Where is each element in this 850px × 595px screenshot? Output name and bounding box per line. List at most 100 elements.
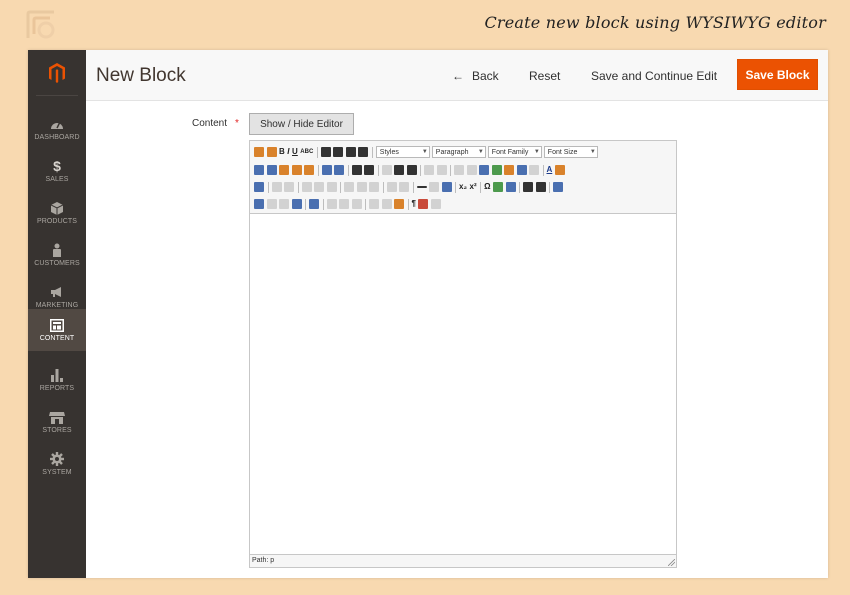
sidebar-item-label: PRODUCTS: [36, 218, 78, 225]
sidebar-item-stores[interactable]: STORES: [28, 401, 86, 443]
nonbreaking-icon[interactable]: [418, 199, 429, 209]
font-family-select[interactable]: Font Family ▼: [487, 146, 542, 158]
cleanup-icon[interactable]: [504, 165, 514, 175]
format-select[interactable]: Paragraph ▼: [431, 146, 486, 158]
align-center-icon[interactable]: [333, 147, 344, 157]
horizontal-rule-icon[interactable]: [416, 186, 427, 188]
undo-icon[interactable]: [424, 165, 434, 175]
paste-icon[interactable]: [279, 165, 289, 175]
styleprops-icon[interactable]: [309, 199, 319, 209]
font-size-select[interactable]: Font Size ▼: [543, 146, 598, 158]
find-icon[interactable]: [321, 165, 332, 175]
special-char-icon[interactable]: Ω: [484, 182, 490, 192]
insert-table-icon[interactable]: [254, 182, 264, 192]
deletion-icon[interactable]: [369, 199, 379, 209]
resize-handle-icon[interactable]: [668, 559, 675, 566]
html-source-icon[interactable]: [529, 165, 539, 175]
bullet-list-icon[interactable]: [351, 165, 362, 175]
save-block-button[interactable]: Save Block: [737, 59, 818, 90]
table-row-props-icon[interactable]: [271, 182, 282, 192]
store-icon: [49, 410, 65, 424]
row-before-icon[interactable]: [301, 182, 312, 192]
ltr-icon[interactable]: [505, 182, 516, 192]
sidebar-item-label: MARKETING: [35, 302, 79, 309]
visual-aid-icon[interactable]: [441, 182, 452, 192]
editor-content-area[interactable]: [250, 214, 676, 554]
save-and-continue-button[interactable]: Save and Continue Edit: [591, 50, 717, 101]
attributes-icon[interactable]: [394, 199, 404, 209]
align-right-icon[interactable]: [345, 147, 356, 157]
blockquote-icon[interactable]: [406, 165, 417, 175]
fullscreen-icon[interactable]: [553, 182, 564, 192]
text-color-icon[interactable]: A: [547, 165, 553, 175]
image-icon[interactable]: [491, 165, 502, 175]
move-backward-icon[interactable]: [279, 199, 289, 209]
sidebar-item-customers[interactable]: CUSTOMERS: [28, 234, 86, 276]
magento-logo-icon: [49, 62, 65, 83]
replace-icon[interactable]: [334, 165, 344, 175]
row-after-icon[interactable]: [314, 182, 324, 192]
move-forward-icon[interactable]: [266, 199, 277, 209]
show-blocks-icon[interactable]: ¶: [412, 199, 416, 209]
link-icon[interactable]: [454, 165, 464, 175]
sidebar-item-label: SALES: [45, 176, 69, 183]
align-justify-icon[interactable]: [358, 147, 369, 157]
strikethrough-icon[interactable]: ABC: [300, 147, 313, 157]
pagebreak-icon[interactable]: [430, 199, 441, 209]
page-title: New Block: [96, 65, 186, 86]
magento-logo[interactable]: [36, 50, 78, 96]
split-cells-icon[interactable]: [386, 182, 397, 192]
redo-icon[interactable]: [436, 165, 447, 175]
sidebar-item-content[interactable]: CONTENT: [28, 309, 86, 351]
sidebar: DASHBOARD $ SALES PRODUCTS CUSTOMERS MAR…: [28, 50, 86, 578]
insertion-icon[interactable]: [381, 199, 392, 209]
bold-icon[interactable]: B: [279, 147, 285, 157]
numbered-list-icon[interactable]: [364, 165, 374, 175]
styles-select[interactable]: Styles ▼: [375, 146, 430, 158]
insert-layer-icon[interactable]: [254, 199, 264, 209]
col-before-icon[interactable]: [344, 182, 354, 192]
media-icon[interactable]: [493, 182, 504, 192]
superscript-icon[interactable]: x²: [470, 182, 477, 192]
absolute-position-icon[interactable]: [291, 199, 302, 209]
reset-button[interactable]: Reset: [529, 50, 560, 101]
paste-word-icon[interactable]: [304, 165, 314, 175]
sidebar-item-products[interactable]: PRODUCTS: [28, 192, 86, 234]
cut-icon[interactable]: [254, 165, 264, 175]
subscript-icon[interactable]: x₂: [459, 182, 467, 192]
underline-icon[interactable]: U: [292, 147, 298, 157]
delete-col-icon[interactable]: [369, 182, 379, 192]
remove-format-icon[interactable]: [429, 182, 439, 192]
sidebar-item-sales[interactable]: $ SALES: [28, 150, 86, 192]
variable-icon[interactable]: [266, 147, 277, 157]
outdent-icon[interactable]: [381, 165, 392, 175]
acronym-icon[interactable]: [351, 199, 362, 209]
sidebar-item-reports[interactable]: REPORTS: [28, 359, 86, 401]
sidebar-item-dashboard[interactable]: DASHBOARD: [28, 108, 86, 150]
merge-cells-icon[interactable]: [399, 182, 409, 192]
cite-icon[interactable]: [326, 199, 337, 209]
unlink-icon[interactable]: [466, 165, 477, 175]
delete-row-icon[interactable]: [326, 182, 337, 192]
table-cell-props-icon[interactable]: [284, 182, 294, 192]
anchor-icon[interactable]: [479, 165, 489, 175]
show-hide-editor-button[interactable]: Show / Hide Editor: [249, 113, 354, 135]
align-left-icon[interactable]: [320, 147, 331, 157]
indent-icon[interactable]: [394, 165, 404, 175]
sidebar-item-system[interactable]: SYSTEM: [28, 443, 86, 485]
highlight-color-icon[interactable]: [554, 165, 565, 175]
toolbar-row: A: [254, 163, 567, 177]
font-size-select-value: Font Size: [547, 148, 578, 156]
editor-status-bar: Path: p: [250, 554, 676, 567]
italic-icon[interactable]: I: [287, 147, 289, 157]
abbr-icon[interactable]: [339, 199, 349, 209]
widget-icon[interactable]: [254, 147, 264, 157]
col-after-icon[interactable]: [356, 182, 367, 192]
direction-ltr-icon[interactable]: [523, 182, 534, 192]
back-button[interactable]: ← Back: [452, 50, 499, 101]
copy-icon[interactable]: [266, 165, 277, 175]
help-icon[interactable]: [516, 165, 527, 175]
sidebar-item-label: CONTENT: [39, 335, 75, 342]
direction-rtl-icon[interactable]: [535, 182, 546, 192]
paste-text-icon[interactable]: [291, 165, 302, 175]
